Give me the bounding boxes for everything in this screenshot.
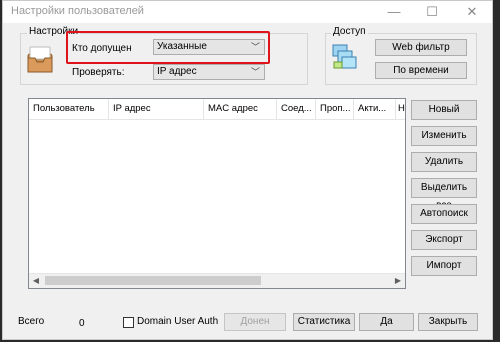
arrow-right-icon[interactable]: ▶ — [391, 274, 405, 288]
yes-button[interactable]: Да — [359, 313, 414, 331]
column-header-connections[interactable]: Соед... — [277, 99, 316, 119]
check-by-label: Проверять: — [72, 67, 125, 78]
column-header-bandwidth[interactable]: Проп... — [316, 99, 354, 119]
total-value: 0 — [79, 318, 85, 329]
window-title: Настройки пользователей — [11, 5, 144, 17]
close-window-button[interactable]: ✕ — [455, 1, 489, 23]
total-label: Всего — [18, 316, 45, 327]
web-filter-button[interactable]: Web фильтр — [375, 39, 467, 56]
chevron-down-icon: ﹀ — [250, 67, 260, 77]
settings-window: Настройки пользователей — ☐ ✕ Настройки … — [2, 0, 493, 340]
column-header-ip[interactable]: IP адрес — [109, 99, 204, 119]
column-header-next[interactable]: Н — [396, 99, 405, 119]
maximize-button[interactable]: ☐ — [415, 1, 449, 23]
table-header: Пользователь IP адрес MAC адрес Соед... … — [29, 99, 405, 120]
scrollbar-thumb[interactable] — [45, 276, 261, 285]
arrow-left-icon[interactable]: ◀ — [29, 274, 43, 288]
export-button[interactable]: Экспорт — [411, 230, 477, 250]
access-group-label: Доступ — [331, 26, 368, 37]
import-button[interactable]: Импорт — [411, 256, 477, 276]
horizontal-scrollbar[interactable]: ◀ ▶ — [29, 273, 405, 288]
column-header-mac[interactable]: MAC адрес — [204, 99, 277, 119]
domain-auth-label[interactable]: Domain User Auth — [137, 316, 218, 327]
autosearch-button[interactable]: Автопоиск — [411, 204, 477, 224]
column-header-user[interactable]: Пользователь — [29, 99, 109, 119]
close-button[interactable]: Закрыть — [418, 313, 478, 331]
delete-button[interactable]: Удалить — [411, 152, 477, 172]
new-button[interactable]: Новый — [411, 100, 477, 120]
highlight-box — [66, 31, 270, 64]
minimize-button[interactable]: — — [377, 1, 411, 23]
computers-icon — [331, 43, 357, 74]
check-by-value: IP адрес — [157, 66, 197, 77]
edit-button[interactable]: Изменить — [411, 126, 477, 146]
domain-auth-checkbox[interactable] — [123, 317, 134, 328]
statistics-button[interactable]: Статистика — [293, 313, 355, 331]
by-time-button[interactable]: По времени — [375, 62, 467, 79]
check-by-select[interactable]: IP адрес ﹀ — [153, 64, 265, 80]
column-header-active[interactable]: Акти... — [354, 99, 396, 119]
title-bar: Настройки пользователей — ☐ ✕ — [3, 1, 492, 23]
cancel-button[interactable]: Донен — [224, 313, 286, 331]
users-table[interactable]: Пользователь IP адрес MAC адрес Соед... … — [28, 98, 406, 289]
users-box-icon — [27, 45, 53, 76]
select-all-button[interactable]: Выделить все — [411, 178, 477, 211]
